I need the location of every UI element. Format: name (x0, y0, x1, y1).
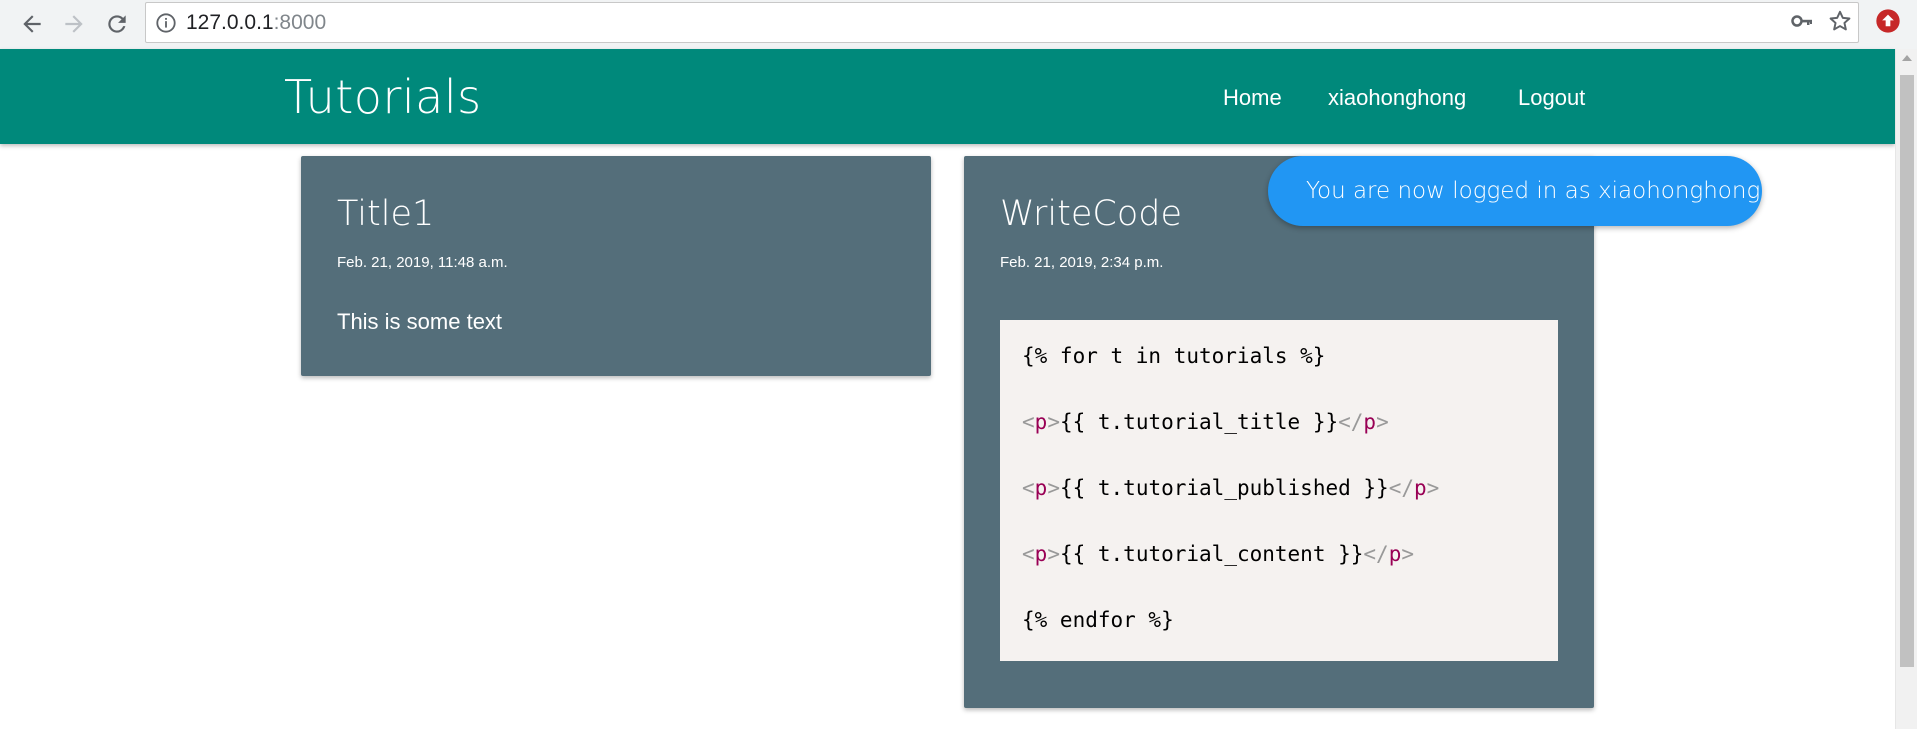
code-text: {{ t.tutorial_content }} (1059, 542, 1364, 566)
reload-icon (108, 15, 126, 33)
card-date: Feb. 21, 2019, 11:48 a.m. (337, 254, 508, 271)
code-line: <p>{{ t.tutorial_title }}</p> (1022, 410, 1389, 434)
info-icon[interactable] (155, 12, 177, 34)
url-port: :8000 (273, 11, 327, 34)
tutorial-card: WriteCode Feb. 21, 2019, 2:34 p.m. {% fo… (964, 156, 1594, 708)
tag-open: < (1022, 410, 1035, 434)
login-toast[interactable]: You are now logged in as xiaohonghong (1268, 156, 1762, 226)
nav-link-logout[interactable]: Logout (1518, 49, 1585, 146)
tag-name: p (1034, 410, 1048, 434)
brand-logo[interactable]: Tutorials (284, 49, 482, 146)
code-line: {% for t in tutorials %} (1022, 344, 1325, 368)
scroll-thumb[interactable] (1900, 75, 1914, 667)
card-title: Title1 (337, 194, 435, 234)
card-date: Feb. 21, 2019, 2:34 p.m. (1000, 254, 1164, 271)
code-block: {% for t in tutorials %} <p>{{ t.tutoria… (1000, 320, 1558, 661)
nav-link-home[interactable]: Home (1223, 49, 1282, 146)
code-text: {{ t.tutorial_published }} (1059, 476, 1389, 500)
address-bar[interactable]: 127.0.0.1:8000 (145, 2, 1859, 43)
tag-close: > (1426, 476, 1440, 500)
tag-name: p (1414, 476, 1427, 500)
tag-open: < (1022, 476, 1035, 500)
tag-close: > (1047, 476, 1060, 500)
code-text: {% for t in tutorials %} (1022, 344, 1326, 368)
reload-button[interactable] (100, 7, 134, 41)
forward-button[interactable] (57, 7, 91, 41)
url-text: 127.0.0.1:8000 (186, 3, 326, 42)
tag-end-open: </ (1388, 476, 1414, 500)
tutorial-card: Title1 Feb. 21, 2019, 11:48 a.m. This is… (301, 156, 931, 376)
browser-toolbar: 127.0.0.1:8000 (0, 0, 1917, 50)
url-host: 127.0.0.1 (186, 11, 274, 34)
code-line: <p>{{ t.tutorial_published }}</p> (1022, 476, 1439, 500)
card-body-text: This is some text (337, 309, 503, 334)
top-navbar: Tutorials Home xiaohonghong Logout (0, 49, 1895, 144)
tag-close: > (1401, 542, 1415, 566)
nav-link-username[interactable]: xiaohonghong (1328, 49, 1466, 146)
tag-name: p (1388, 542, 1402, 566)
code-text: {{ t.tutorial_title }} (1059, 410, 1339, 434)
back-button[interactable] (15, 7, 49, 41)
toast-message: You are now logged in as xiaohonghong (1306, 178, 1761, 204)
tag-end-open: </ (1338, 410, 1364, 434)
tag-name: p (1034, 542, 1048, 566)
tag-close: > (1047, 410, 1060, 434)
tag-name: p (1034, 476, 1048, 500)
vertical-scrollbar[interactable] (1895, 49, 1917, 729)
tag-close: > (1376, 410, 1389, 434)
code-line: <p>{{ t.tutorial_content }}</p> (1022, 542, 1414, 566)
card-title: WriteCode (1000, 194, 1183, 234)
forward-arrow-icon (65, 15, 83, 33)
star-icon[interactable] (1827, 8, 1853, 34)
tag-name: p (1363, 410, 1377, 434)
scroll-up-icon[interactable] (1902, 55, 1912, 61)
key-icon[interactable] (1790, 9, 1814, 33)
extension-icon[interactable] (1874, 7, 1902, 35)
code-line: {% endfor %} (1022, 608, 1174, 632)
code-text: {% endfor %} (1022, 608, 1174, 632)
tag-close: > (1047, 542, 1060, 566)
back-arrow-icon (23, 15, 41, 33)
page-viewport: Tutorials Home xiaohonghong Logout Title… (0, 49, 1895, 729)
tag-open: < (1022, 542, 1035, 566)
tag-end-open: </ (1363, 542, 1389, 566)
